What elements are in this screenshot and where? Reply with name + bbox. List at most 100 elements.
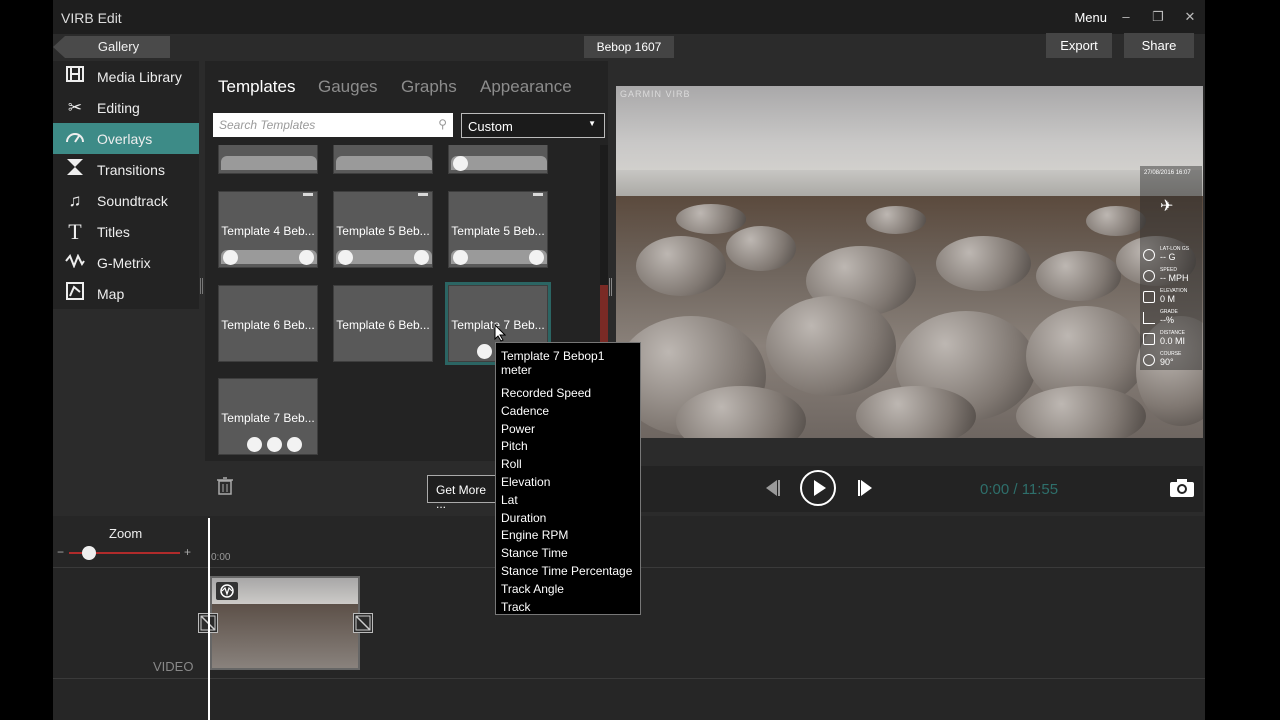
nav-item-editing[interactable]: ✂ Editing: [53, 92, 199, 123]
tab-templates[interactable]: Templates: [218, 77, 295, 97]
drone-icon: ✈: [1160, 198, 1174, 215]
template-thumbnail[interactable]: Template 4 Beb...: [218, 191, 318, 268]
thumb-gauge-dot: [267, 437, 282, 452]
play-icon[interactable]: [800, 470, 836, 506]
menu-button[interactable]: Menu: [1074, 10, 1107, 25]
template-label: Template 5 Beb...: [336, 224, 430, 238]
preview-rock: [636, 236, 726, 296]
tab-gauges[interactable]: Gauges: [318, 77, 378, 97]
template-label: Template 6 Beb...: [221, 318, 315, 332]
template-label: Template 4 Beb...: [221, 224, 315, 238]
hud-row: GRADE --%: [1143, 309, 1201, 329]
nav-item-g-metrix[interactable]: G-Metrix: [53, 247, 199, 278]
tab-graphs[interactable]: Graphs: [401, 77, 457, 97]
hud-value: 90°: [1160, 357, 1174, 367]
template-label: Template 7 Beb...: [221, 411, 315, 425]
preview-rock: [866, 206, 926, 234]
tooltip-item: Roll: [501, 457, 522, 472]
template-thumbnail[interactable]: [218, 145, 318, 174]
trash-icon[interactable]: [217, 477, 233, 495]
template-thumbnail[interactable]: Template 6 Beb...: [218, 285, 318, 362]
nav-item-map[interactable]: Map: [53, 278, 199, 309]
course-icon: [1143, 354, 1155, 366]
video-track-label: VIDEO: [153, 659, 194, 674]
tooltip-item: Recorded Speed: [501, 386, 592, 400]
nav-item-overlays[interactable]: Overlays: [53, 123, 199, 154]
template-thumbnail[interactable]: Template 5 Beb...: [448, 191, 548, 268]
thumb-gauge-strip: [221, 156, 317, 170]
preview-rock: [1016, 386, 1146, 438]
film-icon: [53, 66, 97, 87]
timeline-start-time: 0:00: [211, 552, 231, 563]
map-icon: [53, 282, 97, 305]
nav-item-media-library[interactable]: Media Library: [53, 61, 199, 92]
clip-thumbnail-rocks: [212, 604, 358, 668]
music-note-icon: ♫: [68, 190, 82, 210]
video-clip[interactable]: [210, 576, 360, 670]
template-thumbnail[interactable]: Template 5 Beb...: [333, 191, 433, 268]
tab-appearance[interactable]: Appearance: [480, 77, 572, 97]
left-navigation: Media Library ✂ Editing Overlays Transit…: [53, 61, 199, 309]
zoom-in-button[interactable]: +: [184, 545, 191, 559]
gallery-back-button[interactable]: Gallery: [53, 36, 170, 58]
zoom-slider-knob[interactable]: [81, 546, 96, 560]
nav-item-label: G-Metrix: [97, 254, 151, 271]
tooltip-gauge-list: Recorded Speed Cadence Power Pitch Roll Eleva…: [501, 385, 635, 616]
zoom-out-button[interactable]: −: [57, 545, 64, 559]
app-title: VIRB Edit: [61, 10, 122, 26]
tooltip-item: Lat: [501, 492, 518, 507]
zoom-label: Zoom: [109, 526, 143, 541]
template-tooltip: Template 7 Bebop1 meter Recorded Speed Ca…: [495, 342, 641, 615]
search-placeholder: Search Templates: [219, 118, 316, 132]
nav-item-titles[interactable]: T Titles: [53, 216, 199, 247]
nav-item-transitions[interactable]: Transitions: [53, 154, 199, 185]
tooltip-item: Elevation: [501, 474, 551, 489]
thumb-gauge-dot: [477, 344, 492, 359]
share-button[interactable]: Share: [1124, 33, 1194, 58]
preview-rock: [936, 236, 1031, 291]
video-preview[interactable]: GARMIN VIRB 27/08/2016 16:07 ✈ LAT-LON G…: [616, 86, 1203, 438]
template-thumbnail[interactable]: Template 7 Beb...: [218, 378, 318, 455]
camera-icon[interactable]: [1169, 478, 1195, 498]
speed-icon: [1143, 270, 1155, 282]
minimize-icon[interactable]: –: [1117, 8, 1135, 26]
preview-rock: [766, 296, 896, 396]
panel-splitter-handle[interactable]: [609, 278, 612, 296]
thumb-gauge-dot: [338, 250, 353, 265]
preview-rock: [1086, 206, 1146, 236]
nav-item-label: Transitions: [97, 161, 165, 178]
clip-trim-end-handle[interactable]: [353, 613, 373, 633]
mouse-cursor-icon: [494, 323, 507, 342]
hud-row: ELEVATION 0 M: [1143, 288, 1201, 308]
hud-value: -- MPH: [1160, 273, 1189, 283]
template-filter-dropdown[interactable]: Custom ▼: [461, 113, 605, 138]
close-icon[interactable]: ✕: [1181, 8, 1199, 26]
scrollbar-thumb[interactable]: [600, 285, 608, 345]
thumb-gauge-dot: [453, 156, 468, 171]
step-forward-icon[interactable]: [856, 478, 876, 498]
thumb-gauge-dot: [247, 437, 262, 452]
hud-value: 0.0 MI: [1160, 336, 1186, 346]
playback-time: 0:00 / 11:55: [980, 481, 1059, 498]
template-label: Template 6 Beb...: [336, 318, 430, 332]
thumb-corner-mark: [303, 193, 313, 196]
template-thumbnail[interactable]: Template 6 Beb...: [333, 285, 433, 362]
nav-item-soundtrack[interactable]: ♫ Soundtrack: [53, 185, 199, 216]
timeline-playhead[interactable]: [208, 518, 210, 720]
hud-date: 27/08/2016 16:07: [1144, 170, 1191, 176]
restore-icon[interactable]: ❐: [1149, 8, 1167, 26]
nav-item-label: Map: [97, 285, 125, 302]
search-templates-input[interactable]: Search Templates ⚲: [213, 113, 453, 137]
step-back-icon[interactable]: [762, 478, 782, 498]
project-name[interactable]: Bebop 1607: [584, 36, 674, 58]
g-metrix-icon: [53, 253, 97, 273]
nav-splitter-handle[interactable]: [200, 278, 203, 294]
template-thumbnail[interactable]: [448, 145, 548, 174]
thumb-gauge-dot: [223, 250, 238, 265]
template-thumbnail[interactable]: [333, 145, 433, 174]
chevron-down-icon: ▼: [588, 119, 596, 128]
transition-icon: [53, 158, 97, 181]
export-button[interactable]: Export: [1046, 33, 1112, 58]
thumb-gauge-dot: [287, 437, 302, 452]
camera-watermark: GARMIN VIRB: [620, 89, 691, 99]
